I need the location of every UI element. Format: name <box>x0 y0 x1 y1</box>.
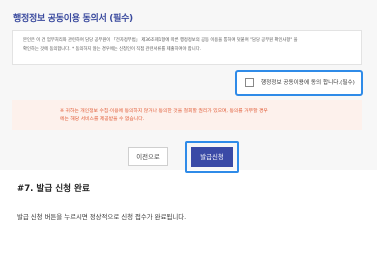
notice-line: 확인하는 것에 동의합니다. * 동의하지 않는 경우에는 신청인이 직접 관련… <box>23 47 202 52</box>
warning-line: 에는 해당 서비스를 제공받을 수 없습니다. <box>60 117 145 122</box>
privacy-warning-box: ※ 귀하는 개인정보 수집·이용에 동의하지 않거나 동의한 것을 철회할 권리… <box>12 100 362 130</box>
consent-checkbox[interactable] <box>245 78 254 87</box>
notice-line: 본인은 이 건 업무처리와 관련하여 담당 공무원이 「전자정부법」 제36조제… <box>23 38 298 43</box>
submit-application-button[interactable]: 발급신청 <box>191 147 233 167</box>
consent-label[interactable]: 행정정보 공동이용에 동의 합니다.(필수) <box>261 78 355 88</box>
consent-checkbox-row[interactable]: 행정정보 공동이용에 동의 합니다.(필수) <box>235 70 363 96</box>
previous-button[interactable]: 이전으로 <box>128 147 168 166</box>
consent-notice-box: 본인은 이 건 업무처리와 관련하여 담당 공무원이 「전자정부법」 제36조제… <box>12 30 362 65</box>
form-title: 행정정보 공동이용 동의서 (필수) <box>13 14 133 24</box>
application-form-panel: 행정정보 공동이용 동의서 (필수) 본인은 이 건 업무처리와 관련하여 담당… <box>0 0 377 173</box>
step-description: 발급 신청 버튼을 누르시면 정상적으로 신청 접수가 완료됩니다. <box>17 213 187 221</box>
step-title: #7. 발급 신청 완료 <box>17 184 90 194</box>
warning-line: ※ 귀하는 개인정보 수집·이용에 동의하지 않거나 동의한 것을 철회할 권리… <box>60 109 268 114</box>
